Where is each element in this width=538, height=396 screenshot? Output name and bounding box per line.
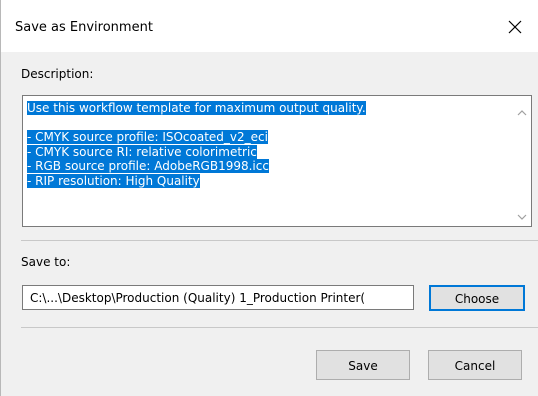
description-text: Use this workflow template for maximum o… — [27, 101, 509, 188]
title-bar: Save as Environment — [1, 0, 538, 52]
description-textarea[interactable]: Use this workflow template for maximum o… — [22, 95, 532, 227]
window-title: Save as Environment — [15, 20, 153, 35]
save-button[interactable]: Save — [316, 350, 410, 380]
description-scrollbar[interactable] — [513, 96, 531, 226]
save-to-label: Save to: — [21, 255, 71, 269]
divider — [21, 240, 538, 241]
description-line: - RIP resolution: High Quality — [27, 173, 200, 188]
description-line: Use this workflow template for maximum o… — [27, 101, 366, 115]
description-line — [27, 116, 509, 131]
description-line: - CMYK source profile: ISOcoated_v2_eci — [27, 130, 268, 144]
close-button[interactable] — [492, 8, 538, 46]
description-label: Description: — [21, 67, 94, 81]
divider — [21, 327, 538, 328]
chevron-up-icon[interactable] — [517, 106, 527, 116]
save-path-field[interactable]: C:\...\Desktop\Production (Quality) 1_Pr… — [22, 285, 414, 310]
choose-button[interactable]: Choose — [429, 285, 525, 311]
description-line: - RGB source profile: AdobeRGB1998.icc — [27, 159, 269, 173]
close-icon — [508, 20, 522, 34]
chevron-down-icon[interactable] — [517, 210, 527, 220]
description-line: - CMYK source RI: relative colorimetric — [27, 144, 257, 159]
save-as-environment-dialog: Save as Environment Description: Use thi… — [0, 0, 538, 396]
cancel-button[interactable]: Cancel — [428, 350, 522, 380]
